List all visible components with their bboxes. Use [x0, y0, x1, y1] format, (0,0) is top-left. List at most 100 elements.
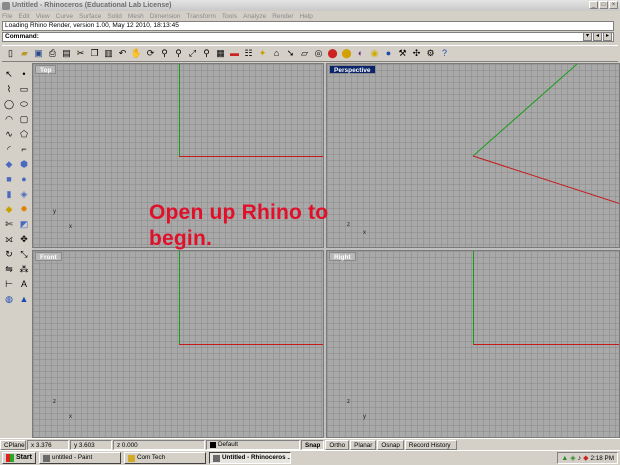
- menu-edit[interactable]: Edit: [18, 13, 29, 20]
- command-dropdown-icon[interactable]: ▾: [583, 32, 592, 41]
- clock[interactable]: 2:18 PM: [591, 455, 614, 462]
- zoom-icon[interactable]: ⚲: [158, 47, 171, 60]
- ellipse-icon[interactable]: ⬭: [17, 97, 31, 111]
- join-icon[interactable]: ⟗: [2, 232, 16, 246]
- render-icon[interactable]: ◐: [354, 47, 367, 60]
- menu-surface[interactable]: Surface: [79, 13, 101, 20]
- polyline-icon[interactable]: ⌇: [2, 82, 16, 96]
- osnap-icon[interactable]: ✣: [410, 47, 423, 60]
- surface-icon[interactable]: ◆: [2, 157, 16, 171]
- import-icon[interactable]: ▤: [60, 47, 73, 60]
- rotate-view-icon[interactable]: ⟳: [144, 47, 157, 60]
- paste-icon[interactable]: ▥: [102, 47, 115, 60]
- grid-icon[interactable]: ▦: [214, 47, 227, 60]
- close-button[interactable]: ×: [609, 1, 618, 9]
- offset-icon[interactable]: ⌐: [17, 142, 31, 156]
- sphere-icon[interactable]: ●: [382, 47, 395, 60]
- help-icon[interactable]: ?: [438, 47, 451, 60]
- extrude-icon[interactable]: ⬢: [17, 157, 31, 171]
- viewport-front-label[interactable]: Front: [35, 252, 62, 261]
- rendered-icon[interactable]: ⬤: [340, 47, 353, 60]
- light-icon[interactable]: ✦: [256, 47, 269, 60]
- taskbar-item-comtech[interactable]: Com Tech: [123, 452, 206, 464]
- mesh-icon[interactable]: ◈: [17, 187, 31, 201]
- box-outline-icon[interactable]: ▢: [17, 112, 31, 126]
- snap-toggle[interactable]: Snap: [301, 439, 325, 450]
- command-prompt[interactable]: Command:: [2, 32, 614, 42]
- viewport-right[interactable]: Right z y: [326, 250, 620, 438]
- print-icon[interactable]: ⎙: [46, 47, 59, 60]
- open-icon[interactable]: ▰: [18, 47, 31, 60]
- shaded-icon[interactable]: ⬤: [326, 47, 339, 60]
- command-right-icon[interactable]: ▸: [603, 32, 612, 41]
- rotate-icon[interactable]: ↻: [2, 247, 16, 261]
- volume-icon[interactable]: ♪: [578, 455, 582, 462]
- material-icon[interactable]: ◉: [368, 47, 381, 60]
- cut-icon[interactable]: ✂: [74, 47, 87, 60]
- explode-icon[interactable]: ✸: [17, 202, 31, 216]
- viewport-perspective[interactable]: Perspective z x: [326, 63, 620, 248]
- command-left-icon[interactable]: ◂: [593, 32, 602, 41]
- pan-icon[interactable]: ✋: [130, 47, 143, 60]
- fillet-icon[interactable]: ◜: [2, 142, 16, 156]
- arrow-icon[interactable]: ➘: [284, 47, 297, 60]
- solid-sphere-icon[interactable]: ●: [17, 172, 31, 186]
- viewport-right-label[interactable]: Right: [329, 252, 356, 261]
- scale-icon[interactable]: ⤡: [17, 247, 31, 261]
- zoom-selected-icon[interactable]: ⚲: [200, 47, 213, 60]
- zoom-window-icon[interactable]: ⚲: [172, 47, 185, 60]
- menu-transform[interactable]: Transform: [187, 13, 216, 20]
- save-icon[interactable]: ▣: [32, 47, 45, 60]
- viewport-front[interactable]: Front z x: [32, 250, 324, 438]
- maximize-button[interactable]: □: [599, 1, 608, 9]
- menu-file[interactable]: File: [2, 13, 12, 20]
- menu-mesh[interactable]: Mesh: [128, 13, 144, 20]
- tools-icon[interactable]: ⚒: [396, 47, 409, 60]
- options-icon[interactable]: ⚙: [424, 47, 437, 60]
- dimension-icon[interactable]: ⊢: [2, 277, 16, 291]
- select-icon[interactable]: ↖: [2, 67, 16, 81]
- tag-icon[interactable]: ⌂: [270, 47, 283, 60]
- array-icon[interactable]: ⁂: [17, 262, 31, 276]
- text-icon[interactable]: A: [17, 277, 31, 291]
- circle-icon[interactable]: ◯: [2, 97, 16, 111]
- point-icon[interactable]: •: [17, 67, 31, 81]
- taskbar-item-rhino[interactable]: Untitled - Rhinoceros ...: [208, 452, 291, 464]
- new-icon[interactable]: ▯: [4, 47, 17, 60]
- menu-view[interactable]: View: [36, 13, 50, 20]
- wireframe-icon[interactable]: ◎: [312, 47, 325, 60]
- undo-icon[interactable]: ↶: [116, 47, 129, 60]
- mirror-icon[interactable]: ⇋: [2, 262, 16, 276]
- menu-solid[interactable]: Solid: [107, 13, 121, 20]
- viewport-top-label[interactable]: Top: [35, 65, 57, 74]
- zoom-extents-icon[interactable]: ⤢: [186, 47, 199, 60]
- trim-icon[interactable]: ✄: [2, 217, 16, 231]
- minimize-button[interactable]: _: [589, 1, 598, 9]
- analyze-icon[interactable]: ◍: [2, 292, 16, 306]
- menu-curve[interactable]: Curve: [56, 13, 73, 20]
- move-icon[interactable]: ✥: [17, 232, 31, 246]
- osnap-toggle[interactable]: Osnap: [377, 439, 404, 450]
- menu-analyze[interactable]: Analyze: [243, 13, 266, 20]
- cylinder-icon[interactable]: ▮: [2, 187, 16, 201]
- network-icon[interactable]: ▲: [561, 455, 568, 462]
- arc-icon[interactable]: ◠: [2, 112, 16, 126]
- current-layer[interactable]: Default: [206, 439, 300, 450]
- menu-render[interactable]: Render: [272, 13, 293, 20]
- taskbar-item-paint[interactable]: untitled - Paint: [38, 452, 121, 464]
- rhino-app-icon[interactable]: [2, 1, 10, 10]
- shield-icon[interactable]: ◆: [583, 454, 588, 462]
- split-icon[interactable]: ◩: [17, 217, 31, 231]
- security-icon[interactable]: ◈: [570, 454, 575, 462]
- menu-help[interactable]: Help: [300, 13, 313, 20]
- cplane-toggle[interactable]: CPlane: [0, 439, 26, 450]
- boolean-icon[interactable]: ◆: [2, 202, 16, 216]
- ortho-toggle[interactable]: Ortho: [325, 439, 350, 450]
- rectangle-icon[interactable]: ▭: [17, 82, 31, 96]
- planar-toggle[interactable]: Planar: [350, 439, 377, 450]
- cplane-icon[interactable]: ▱: [298, 47, 311, 60]
- properties-icon[interactable]: ☷: [242, 47, 255, 60]
- solid-box-icon[interactable]: ■: [2, 172, 16, 186]
- start-button[interactable]: Start: [2, 452, 36, 464]
- render-tool-icon[interactable]: ▲: [17, 292, 31, 306]
